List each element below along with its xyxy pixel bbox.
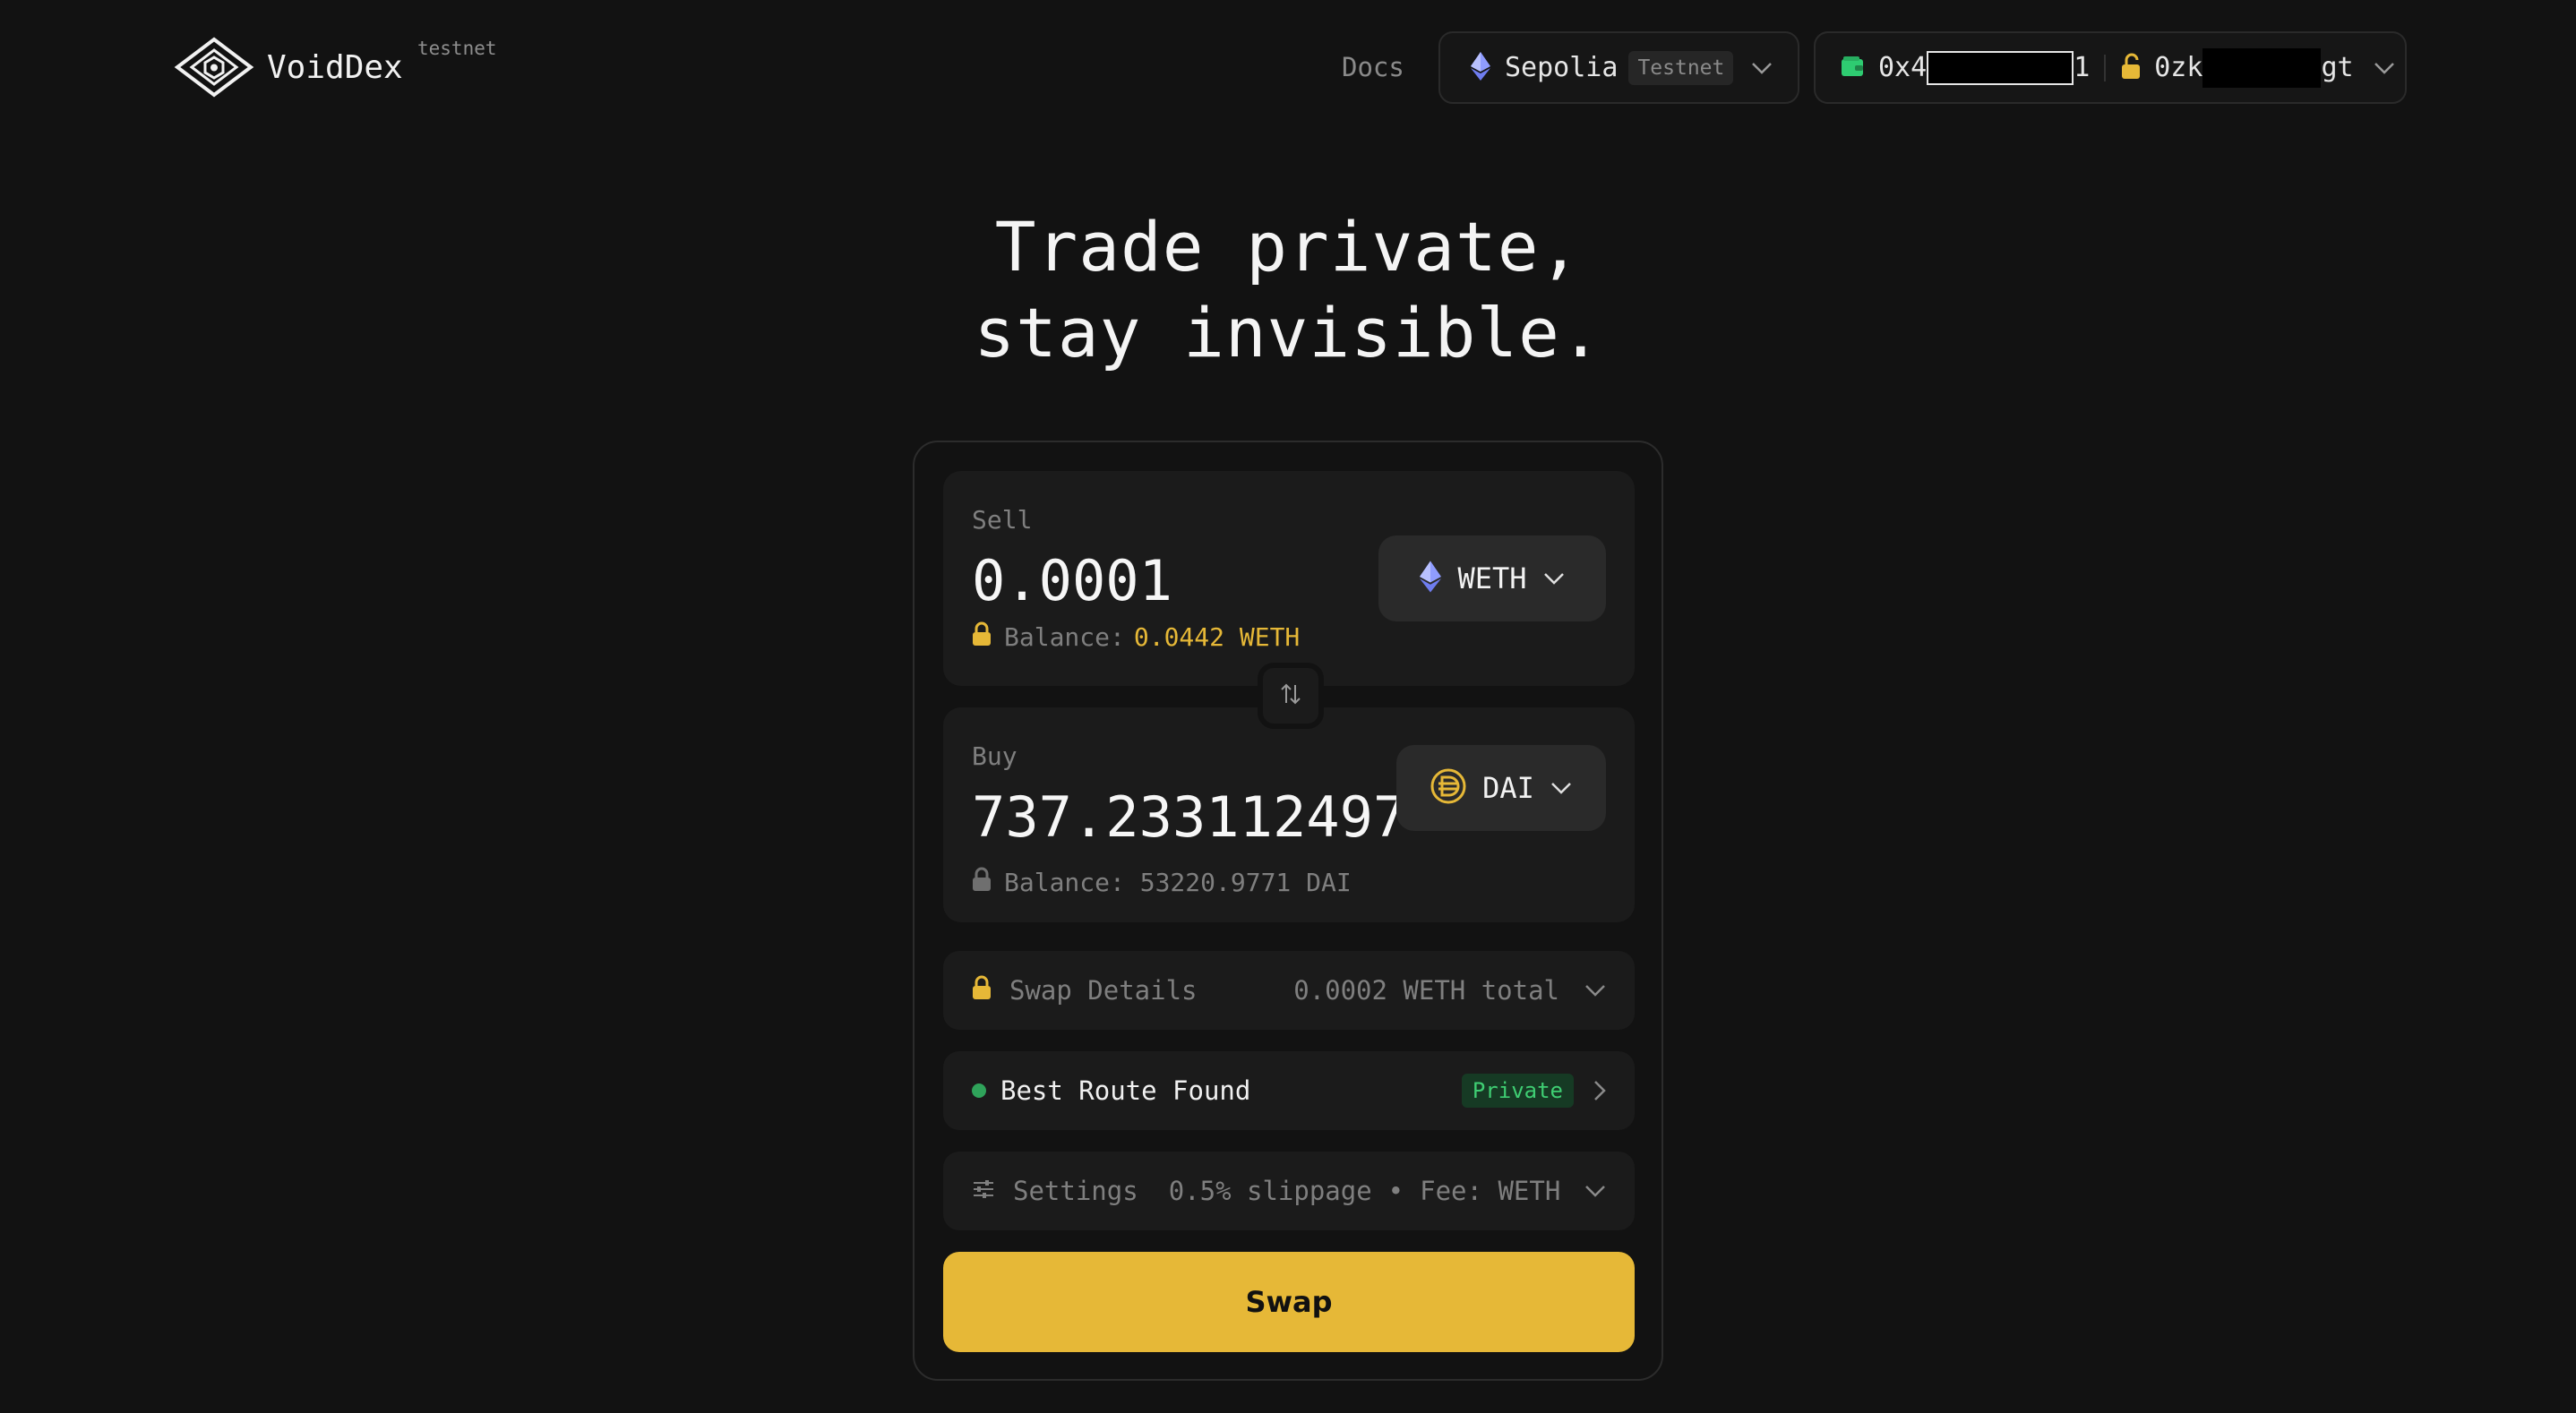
swap-arrows-icon	[1278, 681, 1303, 710]
swap-button[interactable]: Swap	[943, 1252, 1635, 1352]
sell-balance-label: Balance:	[1004, 622, 1125, 652]
settings-label: Settings	[1013, 1176, 1138, 1206]
sell-balance: Balance: 0.0442 WETH	[972, 621, 1300, 653]
route-row[interactable]: Best Route Found Private	[943, 1051, 1635, 1130]
chevron-down-icon	[1751, 62, 1773, 74]
zk-address-suffix: gt	[2321, 52, 2354, 83]
swap-details-label: Swap Details	[1009, 975, 1198, 1006]
hero-headline: Trade private, stay invisible.	[0, 204, 2576, 376]
swap-card: Sell 0.0001 Balance: 0.0442 WETH WETH Bu…	[913, 441, 1663, 1381]
dai-icon	[1430, 768, 1466, 808]
sell-amount-input[interactable]: 0.0001	[972, 548, 1172, 613]
brand-tag: testnet	[417, 38, 497, 59]
buy-token-selector[interactable]: DAI	[1396, 745, 1606, 831]
sliders-icon	[972, 1176, 995, 1206]
zk-address: 0zk gt	[2154, 47, 2354, 88]
zk-address-prefix: 0zk	[2154, 52, 2203, 83]
brand-name: VoidDex	[267, 48, 403, 86]
network-badge: Testnet	[1628, 50, 1734, 85]
swap-details-row[interactable]: Swap Details 0.0002 WETH total	[943, 951, 1635, 1030]
wallet-selector[interactable]: 0x4 1 0zk gt	[1814, 31, 2407, 104]
sell-token-selector[interactable]: WETH	[1378, 535, 1606, 621]
settings-slippage: 0.5% slippage	[1168, 1176, 1372, 1206]
wallet-divider	[2104, 54, 2107, 81]
network-name: Sepolia	[1505, 52, 1619, 83]
private-badge: Private	[1461, 1074, 1574, 1108]
redacted-block	[2202, 47, 2322, 88]
buy-panel: Buy 737.233112497 Balance: 53220.9771 DA…	[943, 707, 1635, 922]
sell-panel: Sell 0.0001 Balance: 0.0442 WETH WETH	[943, 471, 1635, 686]
eth-address-prefix: 0x4	[1878, 52, 1928, 83]
top-nav: VoidDex testnet Docs Sepolia Testnet 0x4…	[0, 0, 2576, 134]
headline-line-2: stay invisible.	[974, 293, 1602, 373]
chevron-down-icon	[2374, 62, 2395, 74]
buy-amount-output[interactable]: 737.233112497	[972, 784, 1404, 850]
ethereum-icon	[1471, 51, 1490, 84]
ethereum-icon	[1420, 561, 1442, 596]
chevron-down-icon	[1543, 572, 1565, 585]
eth-address: 0x4 1	[1878, 50, 2091, 85]
headline-line-1: Trade private,	[994, 207, 1582, 287]
docs-link[interactable]: Docs	[1342, 52, 1404, 82]
chevron-down-icon	[1584, 984, 1606, 997]
app-root: VoidDex testnet Docs Sepolia Testnet 0x4…	[0, 0, 2576, 1413]
chevron-down-icon	[1550, 782, 1572, 794]
eth-address-suffix: 1	[2074, 52, 2091, 83]
route-label: Best Route Found	[1000, 1075, 1251, 1106]
buy-balance-text: Balance: 53220.9771 DAI	[1004, 868, 1352, 897]
chevron-down-icon	[1584, 1185, 1606, 1197]
network-selector[interactable]: Sepolia Testnet	[1438, 31, 1799, 104]
settings-row[interactable]: Settings 0.5% slippage • Fee: WETH	[943, 1152, 1635, 1230]
lock-icon	[972, 621, 992, 653]
sell-balance-value: 0.0442 WETH	[1133, 622, 1301, 652]
sell-label: Sell	[972, 505, 1033, 535]
wallet-icon	[1841, 56, 1864, 81]
chevron-right-icon	[1593, 1080, 1606, 1101]
buy-label: Buy	[972, 741, 1018, 771]
settings-fee: Fee: WETH	[1420, 1176, 1561, 1206]
lock-icon	[972, 975, 992, 1006]
brand-link[interactable]: VoidDex testnet	[174, 36, 497, 98]
swap-details-value: 0.0002 WETH total	[1293, 975, 1559, 1006]
buy-token-symbol: DAI	[1482, 771, 1534, 805]
lock-icon	[972, 867, 992, 898]
voiddex-logo-icon	[174, 36, 254, 98]
route-status-dot	[972, 1083, 986, 1098]
settings-separator: •	[1387, 1176, 1404, 1206]
unlock-icon	[2120, 53, 2143, 83]
flip-tokens-button[interactable]	[1258, 663, 1324, 729]
redacted-block	[1927, 50, 2074, 85]
sell-token-symbol: WETH	[1457, 561, 1527, 595]
buy-balance: Balance: 53220.9771 DAI	[972, 867, 1352, 898]
